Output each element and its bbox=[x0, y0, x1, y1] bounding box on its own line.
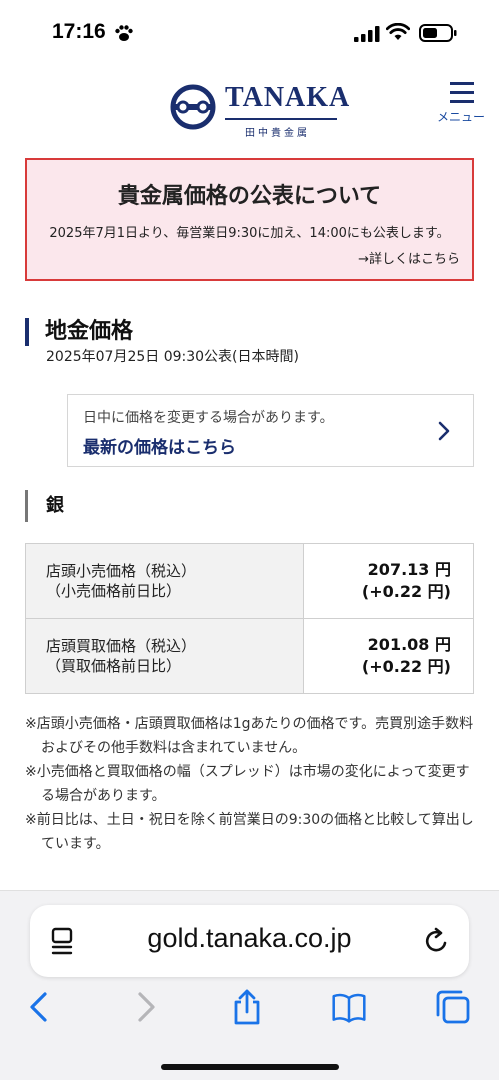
tanaka-logo-mark-icon bbox=[170, 84, 216, 130]
retail-price-change: (+0.22 円) bbox=[361, 582, 451, 601]
price-announcement-notice: 貴金属価格の公表について 2025年7月1日より、毎営業日9:30に加え、14:… bbox=[25, 158, 474, 281]
price-table: 店頭小売価格（税込） （小売価格前日比） 207.13 円 (+0.22 円) … bbox=[25, 543, 474, 694]
logo-underline bbox=[225, 118, 337, 120]
site-header: TANAKA 田中貴金属 メニュー bbox=[0, 64, 499, 150]
table-row: 店頭買取価格（税込） （買取価格前日比） 201.08 円 (+0.22 円) bbox=[25, 618, 474, 694]
buyback-price-label-sub: （買取価格前日比） bbox=[46, 657, 182, 675]
status-time: 17:16 bbox=[52, 20, 106, 43]
footnote: ※店頭小売価格・店頭買取価格は1gあたりの価格です。売買別途手数料およびその他手… bbox=[25, 716, 474, 756]
retail-price: 207.13 円 bbox=[367, 560, 451, 579]
menu-button[interactable]: メニュー bbox=[432, 80, 490, 130]
chevron-right-icon bbox=[438, 421, 450, 441]
reload-icon[interactable] bbox=[423, 927, 451, 955]
bookmarks-icon[interactable] bbox=[331, 989, 367, 1025]
share-icon[interactable] bbox=[229, 989, 265, 1025]
battery-icon bbox=[419, 24, 457, 42]
buyback-price-label-main: 店頭買取価格（税込） bbox=[46, 637, 197, 655]
notice-body: 2025年7月1日より、毎営業日9:30に加え、14:00にも公表します。 bbox=[49, 226, 450, 241]
status-bar: 17:16 bbox=[0, 0, 499, 64]
footnote: ※前日比は、土日・祝日を除く前営業日の9:30の価格と比較して算出しています。 bbox=[25, 812, 474, 852]
menu-label: メニュー bbox=[436, 110, 485, 124]
back-icon[interactable] bbox=[22, 989, 58, 1025]
latest-price-link[interactable]: 最新の価格はこちら bbox=[83, 433, 236, 458]
retail-price-value: 207.13 円 (+0.22 円) bbox=[303, 543, 474, 619]
url-text[interactable]: gold.tanaka.co.jp bbox=[30, 923, 469, 954]
browser-chrome: gold.tanaka.co.jp bbox=[0, 890, 499, 1080]
page-title: 地金価格 bbox=[25, 318, 133, 346]
notice-title: 貴金属価格の公表について bbox=[117, 184, 382, 209]
notice-details-link[interactable]: →詳しくはこちら bbox=[358, 248, 460, 267]
home-indicator bbox=[161, 1064, 339, 1070]
buyback-price: 201.08 円 bbox=[367, 635, 451, 654]
latest-price-link-box[interactable]: 日中に価格を変更する場合があります。 最新の価格はこちら bbox=[67, 394, 474, 467]
logo-subtitle: 田中貴金属 bbox=[245, 128, 310, 139]
logo-text: TANAKA bbox=[225, 82, 351, 113]
update-note: 日中に価格を変更する場合があります。 bbox=[83, 410, 334, 426]
retail-price-label-main: 店頭小売価格（税込） bbox=[46, 562, 197, 580]
table-row: 店頭小売価格（税込） （小売価格前日比） 207.13 円 (+0.22 円) bbox=[25, 543, 474, 619]
paw-icon bbox=[115, 25, 133, 41]
retail-price-label: 店頭小売価格（税込） （小売価格前日比） bbox=[25, 543, 304, 619]
metal-heading: 銀 bbox=[25, 490, 64, 522]
browser-toolbar bbox=[0, 989, 499, 1029]
buyback-price-change: (+0.22 円) bbox=[361, 657, 451, 676]
buyback-price-label: 店頭買取価格（税込） （買取価格前日比） bbox=[25, 618, 304, 694]
retail-price-label-sub: （小売価格前日比） bbox=[46, 582, 182, 600]
hamburger-icon bbox=[450, 82, 474, 104]
tabs-icon[interactable] bbox=[435, 989, 471, 1025]
cellular-signal-icon bbox=[354, 26, 380, 42]
address-bar[interactable]: gold.tanaka.co.jp bbox=[30, 905, 469, 977]
tanaka-logo[interactable]: TANAKA 田中貴金属 bbox=[170, 80, 349, 140]
footnote: ※小売価格と買取価格の幅（スプレッド）は市場の変化によって変更する場合があります… bbox=[25, 764, 470, 804]
forward-icon[interactable] bbox=[127, 989, 163, 1025]
footnotes: ※店頭小売価格・店頭買取価格は1gあたりの価格です。売買別途手数料およびその他手… bbox=[25, 712, 480, 856]
wifi-icon bbox=[386, 23, 410, 40]
buyback-price-value: 201.08 円 (+0.22 円) bbox=[303, 618, 474, 694]
publish-date: 2025年07月25日 09:30公表(日本時間) bbox=[46, 349, 299, 365]
